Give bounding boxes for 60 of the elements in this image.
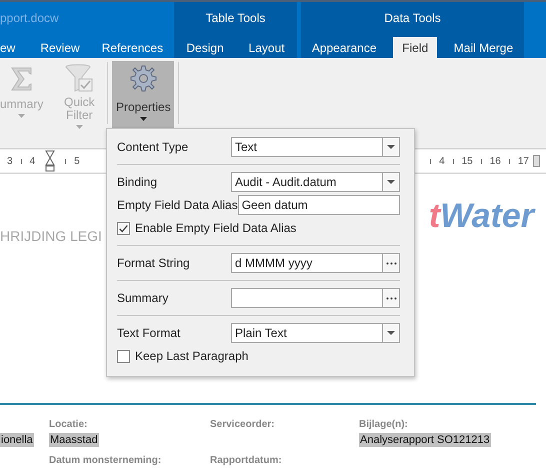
dropdown-button[interactable] (382, 324, 399, 342)
dropdown[interactable]: Plain Text (231, 323, 400, 343)
field-label: Locatie: (49, 419, 88, 432)
field-label: Bijlage(n): (359, 419, 408, 432)
properties-button[interactable]: Properties (112, 61, 174, 129)
caret-icon (140, 117, 147, 121)
field-label: Content Type (117, 140, 188, 154)
dropdown[interactable]: Audit - Audit.datum (231, 172, 400, 192)
ellipsis-button[interactable] (382, 254, 399, 272)
caret-icon (387, 331, 395, 335)
ruler-number: 17 (518, 156, 529, 166)
field-label: Datum monsterneming: (49, 455, 162, 468)
field-value[interactable]: Maasstad (49, 433, 99, 447)
ribbon-tab[interactable]: Layout (240, 37, 294, 58)
ellipsis-icon (386, 262, 396, 264)
checkbox[interactable] (117, 350, 130, 362)
logo: tWater (428, 197, 534, 236)
ribbon-tab[interactable]: ew (0, 37, 30, 58)
field-label: Binding (117, 175, 158, 189)
ruler-number: 16 (490, 156, 501, 166)
funnel-checkbox-icon (64, 64, 94, 93)
ellipsis-icon (386, 296, 396, 300)
field-value[interactable]: ionella (0, 433, 34, 447)
ellipsis-button[interactable] (382, 289, 399, 307)
input-field[interactable]: d MMMM yyyy (231, 253, 400, 273)
field-label: Format String (117, 256, 190, 270)
ruler-number: 4 (30, 156, 36, 166)
ruler-number: 5 (74, 156, 80, 166)
input-field[interactable] (231, 288, 400, 308)
document-heading: HRIJDING LEGI (0, 228, 102, 244)
tool-group-title: Data Tools (383, 10, 442, 27)
field-label: Rapportdatum: (210, 455, 283, 468)
ribbon-tab[interactable]: Design (177, 37, 233, 58)
checkbox-label[interactable]: Enable Empty Field Data Alias (135, 221, 296, 235)
sigma-icon (9, 66, 34, 92)
field-value[interactable]: Analyserapport SO121213 (359, 433, 491, 447)
dropdown[interactable]: Text (231, 137, 400, 157)
margin-marker-icon (533, 155, 540, 167)
caret-icon (18, 114, 26, 118)
ruler-number: 15 (462, 156, 473, 166)
dropdown-button[interactable] (382, 173, 399, 191)
ruler-number: 4 (439, 156, 445, 166)
field-label: Text Format (117, 326, 180, 340)
checkbox[interactable] (117, 222, 130, 234)
field-label: Serviceorder: (210, 419, 274, 432)
ribbon-tab[interactable]: Appearance (302, 37, 386, 58)
ribbon-tab[interactable]: References (90, 37, 174, 58)
ribbon-tab[interactable]: Review (29, 37, 91, 58)
ruler-number: 3 (7, 156, 13, 166)
caret-icon (387, 180, 395, 184)
tool-group-title: Table Tools (204, 10, 266, 27)
field-label: Summary (117, 291, 168, 305)
input-field[interactable]: Geen datum (238, 195, 400, 215)
checkbox-label[interactable]: Keep Last Paragraph (135, 349, 248, 363)
caret-icon (76, 125, 83, 129)
dropdown-button[interactable] (382, 138, 399, 156)
ribbon-tab[interactable]: Mail Merge (444, 37, 522, 58)
ribbon-tab[interactable]: Field (393, 37, 438, 58)
field-label: Empty Field Data Alias (117, 198, 238, 212)
document-title: pport.docw (0, 10, 60, 27)
